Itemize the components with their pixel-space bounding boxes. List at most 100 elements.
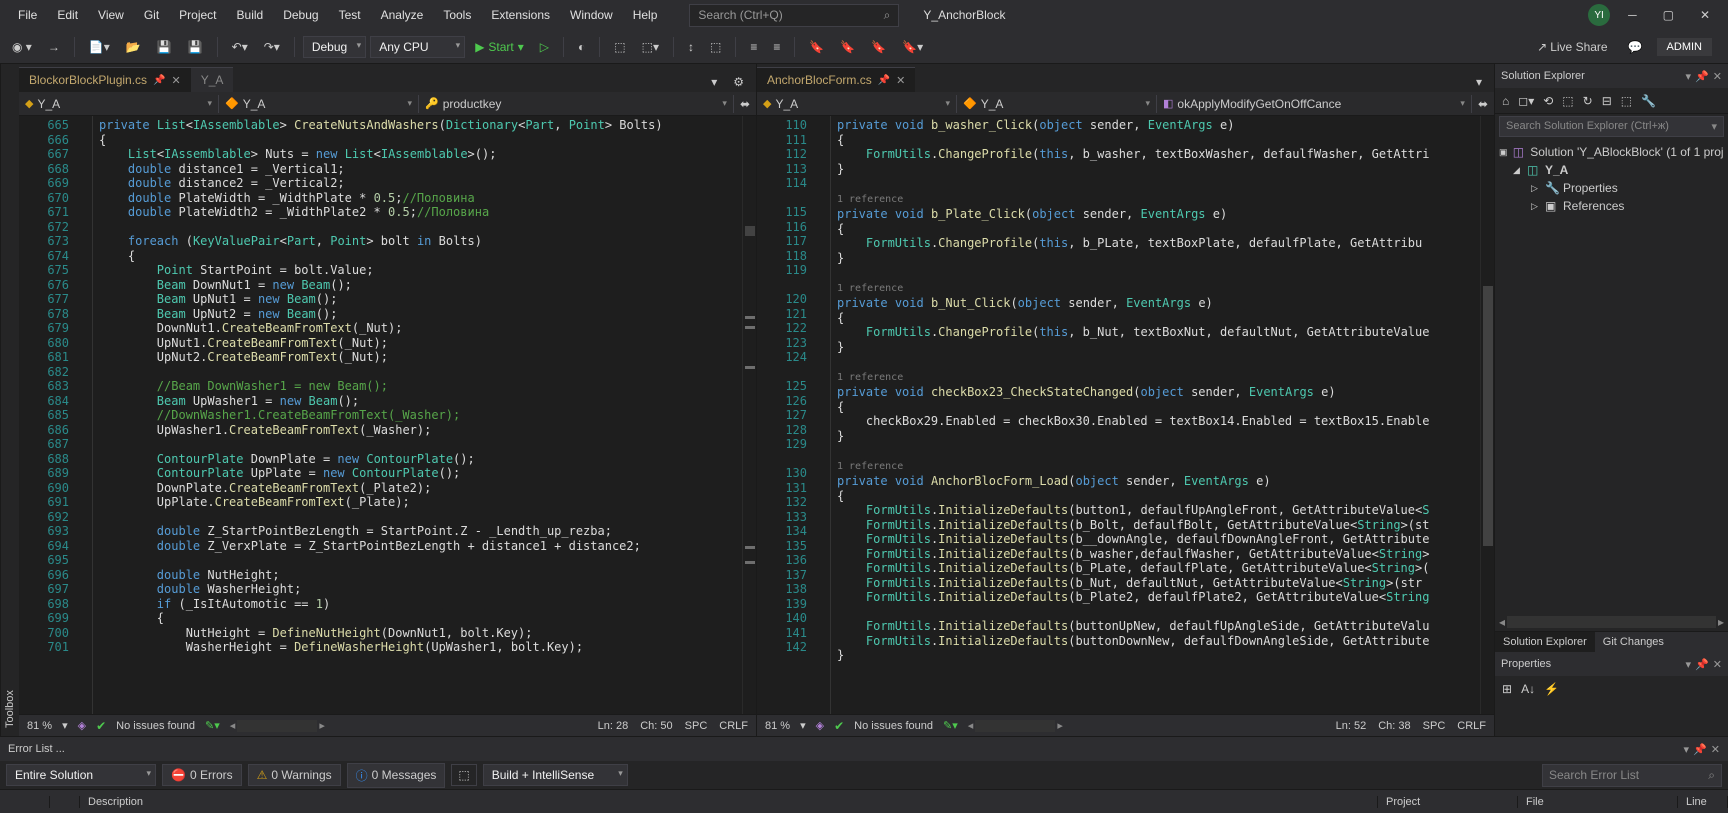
- brush-icon[interactable]: ✎▾: [205, 719, 220, 732]
- configuration-combo[interactable]: Debug: [303, 36, 366, 58]
- menu-debug[interactable]: Debug: [273, 4, 328, 26]
- col-project[interactable]: Project: [1378, 796, 1518, 808]
- bookmark-button[interactable]: 🔖▾: [896, 37, 929, 57]
- expand-icon[interactable]: ▣: [1499, 147, 1509, 158]
- undo-button[interactable]: ↶▾: [226, 37, 254, 57]
- tab-dropdown[interactable]: ▾: [1470, 72, 1488, 92]
- bookmark-button[interactable]: 🔖: [803, 37, 830, 57]
- nav-project[interactable]: ◆ Y_A ▾: [19, 95, 219, 113]
- document-tab[interactable]: BlockorBlockPlugin.cs 📌 ✕: [19, 67, 191, 92]
- errors-filter[interactable]: ⛔ 0 Errors: [162, 764, 242, 786]
- home-button[interactable]: ⌂: [1499, 92, 1512, 110]
- split-button[interactable]: ⬌: [1472, 94, 1494, 114]
- indent-mode[interactable]: SPC: [685, 720, 708, 732]
- pin-icon[interactable]: 📌: [1693, 743, 1707, 756]
- feedback-button[interactable]: 💬: [1622, 37, 1649, 57]
- toolbar-button[interactable]: ⬚: [1559, 92, 1576, 110]
- sync-button[interactable]: ⟲: [1540, 92, 1556, 110]
- toolbar-button[interactable]: ⬚▾: [636, 37, 665, 57]
- save-all-button[interactable]: 💾: [182, 37, 209, 57]
- gear-icon[interactable]: ⚙: [727, 72, 750, 92]
- fold-gutter[interactable]: [817, 116, 831, 714]
- menu-view[interactable]: View: [88, 4, 134, 26]
- line-ending[interactable]: CRLF: [1457, 720, 1486, 732]
- pin-icon[interactable]: 📌: [1695, 658, 1709, 671]
- indent-right-button[interactable]: ≡: [767, 37, 786, 57]
- error-search[interactable]: Search Error List ⌕: [1542, 764, 1722, 787]
- code-editor[interactable]: private List<IAssemblable> CreateNutsAnd…: [93, 116, 742, 714]
- refresh-button[interactable]: ↻: [1580, 92, 1596, 110]
- build-filter-combo[interactable]: Build + IntelliSense: [483, 764, 628, 786]
- pin-icon[interactable]: 📌: [1695, 70, 1709, 83]
- solution-search[interactable]: Search Solution Explorer (Ctrl+ж) ▾: [1499, 116, 1724, 137]
- new-item-button[interactable]: 📄▾: [83, 37, 116, 57]
- collapse-button[interactable]: ⊟: [1599, 92, 1615, 110]
- panel-dropdown[interactable]: ▾: [1686, 658, 1692, 671]
- toolbar-button[interactable]: ◻▾: [1515, 92, 1537, 110]
- close-button[interactable]: ✕: [1692, 4, 1718, 26]
- open-button[interactable]: 📂: [120, 37, 147, 57]
- scope-combo[interactable]: Entire Solution: [6, 764, 156, 786]
- nav-project[interactable]: ◆ Y_A ▾: [757, 95, 957, 113]
- menu-analyze[interactable]: Analyze: [371, 4, 434, 26]
- horizontal-scrollbar[interactable]: ◂▸: [1495, 613, 1728, 631]
- document-tab[interactable]: Y_A: [191, 67, 234, 92]
- start-button[interactable]: ▶ Start ▾: [469, 37, 530, 57]
- menu-file[interactable]: File: [8, 4, 47, 26]
- redo-button[interactable]: ↷▾: [258, 37, 286, 57]
- solution-explorer-tab[interactable]: Solution Explorer: [1495, 632, 1595, 652]
- close-icon[interactable]: ✕: [1713, 70, 1722, 83]
- toolbox-tab[interactable]: Toolbox: [0, 64, 19, 736]
- close-icon[interactable]: ✕: [1711, 743, 1720, 756]
- solution-tree[interactable]: ▣ ◫ Solution 'Y_ABlockBlock' (1 of 1 pro…: [1495, 139, 1728, 219]
- document-tab[interactable]: AnchorBlocForm.cs 📌 ✕: [757, 67, 915, 92]
- menu-tools[interactable]: Tools: [433, 4, 481, 26]
- nav-back-button[interactable]: ◉ ▾: [6, 37, 38, 57]
- indent-mode[interactable]: SPC: [1423, 720, 1446, 732]
- expand-icon[interactable]: ▷: [1531, 183, 1541, 194]
- code-editor[interactable]: private void b_washer_Click(object sende…: [831, 116, 1480, 714]
- pin-icon[interactable]: 📌: [153, 75, 165, 86]
- menu-project[interactable]: Project: [169, 4, 226, 26]
- expand-icon[interactable]: ◢: [1513, 165, 1523, 176]
- nav-member[interactable]: ◧ okApplyModifyGetOnOffCance ▾: [1157, 95, 1472, 113]
- panel-dropdown[interactable]: ▾: [1684, 743, 1690, 756]
- properties-button[interactable]: 🔧: [1638, 92, 1659, 110]
- pin-icon[interactable]: 📌: [878, 75, 890, 86]
- toolbar-button[interactable]: ◐: [572, 37, 591, 57]
- menu-build[interactable]: Build: [227, 4, 274, 26]
- col-description[interactable]: Description: [80, 796, 1378, 808]
- tab-dropdown[interactable]: ▾: [705, 72, 723, 92]
- col-line[interactable]: Line: [1678, 796, 1728, 808]
- brush-icon[interactable]: ✎▾: [943, 719, 958, 732]
- nav-class[interactable]: 🔶 Y_A ▾: [957, 95, 1157, 113]
- toolbar-button[interactable]: ⬚: [608, 37, 631, 57]
- menu-extensions[interactable]: Extensions: [481, 4, 560, 26]
- fold-gutter[interactable]: [79, 116, 93, 714]
- bookmark-button[interactable]: 🔖: [865, 37, 892, 57]
- events-button[interactable]: ⚡: [1541, 680, 1562, 698]
- line-ending[interactable]: CRLF: [719, 720, 748, 732]
- bookmark-button[interactable]: 🔖: [834, 37, 861, 57]
- start-without-debug-button[interactable]: ▷: [534, 37, 555, 57]
- platform-combo[interactable]: Any CPU: [370, 36, 465, 58]
- user-avatar[interactable]: YI: [1588, 4, 1610, 26]
- col-file[interactable]: File: [1518, 796, 1678, 808]
- save-button[interactable]: 💾: [151, 37, 178, 57]
- live-share-button[interactable]: ↗ Live Share: [1531, 37, 1613, 57]
- minimize-button[interactable]: ─: [1620, 4, 1645, 26]
- maximize-button[interactable]: ▢: [1655, 4, 1682, 26]
- vertical-scrollbar[interactable]: [1480, 116, 1494, 714]
- panel-dropdown[interactable]: ▾: [1686, 70, 1692, 83]
- close-icon[interactable]: ✕: [172, 74, 181, 87]
- nav-class[interactable]: 🔶 Y_A ▾: [219, 95, 419, 113]
- show-all-button[interactable]: ⬚: [1618, 92, 1635, 110]
- nav-member[interactable]: 🔑 productkey ▾: [419, 95, 734, 113]
- toolbar-button[interactable]: ⬚: [704, 37, 727, 57]
- messages-filter[interactable]: ⓘ 0 Messages: [347, 763, 446, 788]
- zoom-level[interactable]: 81 %: [765, 720, 790, 732]
- zoom-dropdown[interactable]: ▾: [62, 719, 68, 732]
- close-icon[interactable]: ✕: [1713, 658, 1722, 671]
- menu-git[interactable]: Git: [134, 4, 169, 26]
- menu-test[interactable]: Test: [329, 4, 371, 26]
